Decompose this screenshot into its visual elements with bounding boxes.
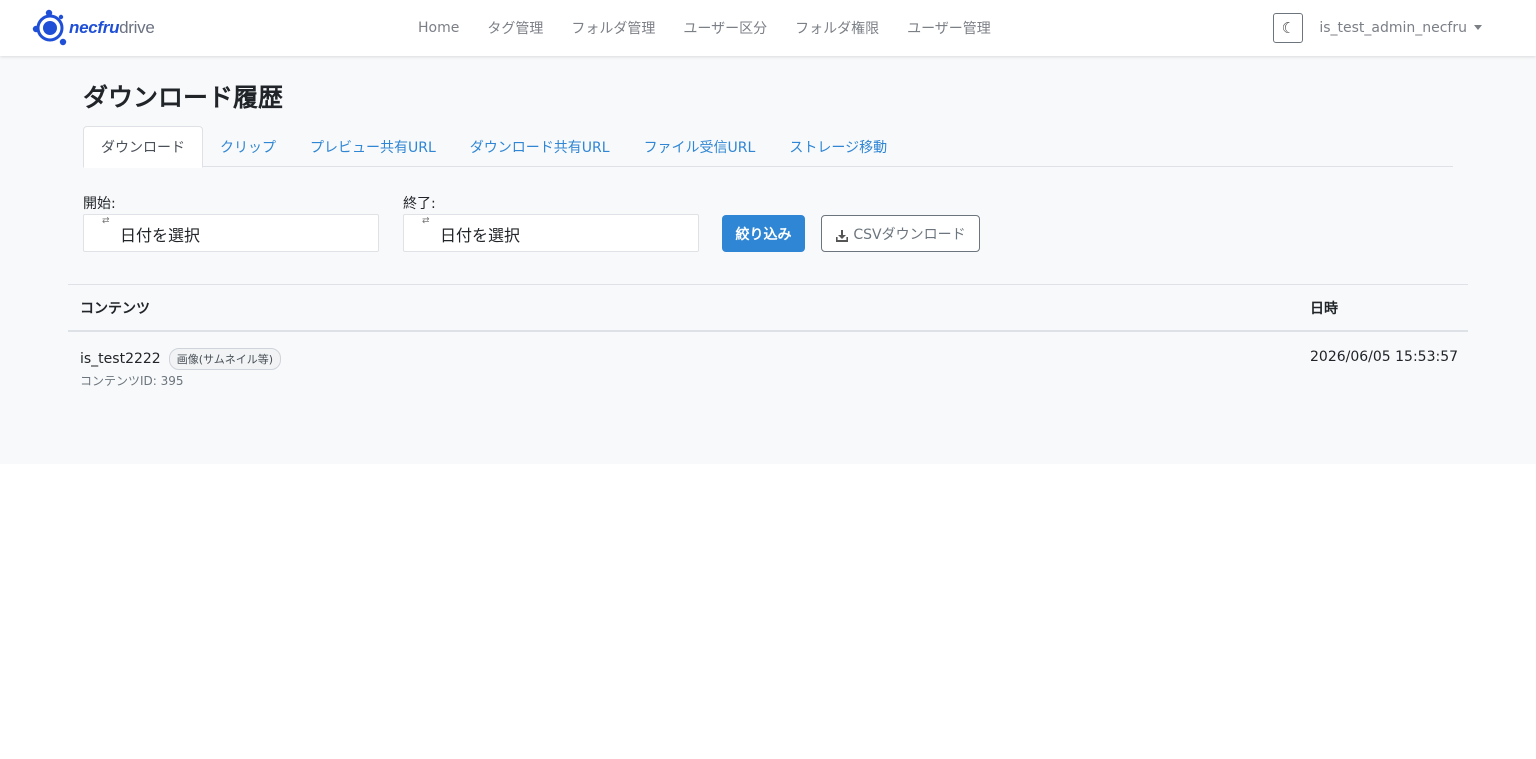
user-name: is_test_admin_necfru [1319, 20, 1467, 36]
start-date-placeholder: 日付を選択 [120, 226, 201, 245]
nav-link-folder-permission[interactable]: フォルダ権限 [781, 18, 893, 38]
content-name: is_test2222 [80, 351, 161, 367]
content-cell: is_test2222 画像(サムネイル等) [80, 348, 282, 370]
end-date-input[interactable]: ⇄ 日付を選択 [403, 214, 699, 252]
nav-link-user-category[interactable]: ユーザー区分 [669, 18, 781, 38]
main-nav: Home タグ管理 フォルダ管理 ユーザー区分 フォルダ権限 ユーザー管理 [404, 0, 1005, 56]
nav-link-user-management[interactable]: ユーザー管理 [893, 18, 1005, 38]
calendar-icon: ⇄ [102, 216, 110, 226]
moon-icon: ☾ [1281, 19, 1296, 37]
caret-down-icon [1474, 24, 1482, 30]
calendar-icon: ⇄ [422, 216, 430, 226]
brand-name-light: drive [119, 18, 155, 37]
download-history-table: コンテンツ 日時 is_test2222 画像(サムネイル等) コンテンツID:… [68, 284, 1468, 394]
end-date-placeholder: 日付を選択 [440, 226, 521, 245]
content-type-badge: 画像(サムネイル等) [168, 348, 282, 370]
page-title: ダウンロード履歴 [83, 83, 284, 112]
tab-preview-share-url[interactable]: プレビュー共有URL [293, 126, 453, 167]
main-content: ダウンロード履歴 ダウンロード クリップ プレビュー共有URL ダウンロード共有… [0, 56, 1536, 464]
tab-storage-move[interactable]: ストレージ移動 [772, 126, 904, 167]
user-menu-dropdown[interactable]: is_test_admin_necfru [1319, 20, 1482, 36]
top-navbar: necfrudrive Home タグ管理 フォルダ管理 ユーザー区分 フォルダ… [0, 0, 1536, 56]
start-date-label: 開始: [83, 196, 116, 212]
column-header-datetime: 日時 [1310, 301, 1338, 317]
column-header-content: コンテンツ [80, 301, 150, 317]
nav-right: ☾ is_test_admin_necfru [1273, 13, 1482, 43]
brand-wordmark: necfrudrive [69, 18, 155, 38]
history-tabs: ダウンロード クリップ プレビュー共有URL ダウンロード共有URL ファイル受… [83, 126, 1453, 168]
csv-download-label: CSVダウンロード [853, 226, 966, 243]
brand-name-strong: necfru [69, 18, 120, 37]
necfru-logo-icon [32, 9, 67, 46]
start-date-input[interactable]: ⇄ 日付を選択 [83, 214, 379, 252]
table-header: コンテンツ 日時 [68, 284, 1468, 332]
filter-button[interactable]: 絞り込み [722, 215, 805, 252]
content-id: コンテンツID: 395 [80, 374, 184, 388]
theme-toggle-button[interactable]: ☾ [1273, 13, 1304, 43]
download-datetime: 2026/06/05 15:53:57 [1310, 349, 1459, 365]
tab-download[interactable]: ダウンロード [83, 126, 203, 168]
download-icon [836, 229, 849, 242]
end-date-label: 終了: [403, 196, 436, 212]
nav-link-folder-management[interactable]: フォルダ管理 [557, 18, 669, 38]
nav-link-home[interactable]: Home [404, 20, 473, 36]
nav-link-tag-management[interactable]: タグ管理 [473, 18, 557, 38]
brand-logo-link[interactable]: necfrudrive [30, 9, 155, 47]
tab-download-share-url[interactable]: ダウンロード共有URL [453, 126, 627, 167]
csv-download-button[interactable]: CSVダウンロード [821, 215, 980, 252]
tab-clip[interactable]: クリップ [203, 126, 293, 167]
tab-file-receive-url[interactable]: ファイル受信URL [627, 126, 773, 167]
table-row: is_test2222 画像(サムネイル等) コンテンツID: 395 2026… [68, 332, 1468, 394]
